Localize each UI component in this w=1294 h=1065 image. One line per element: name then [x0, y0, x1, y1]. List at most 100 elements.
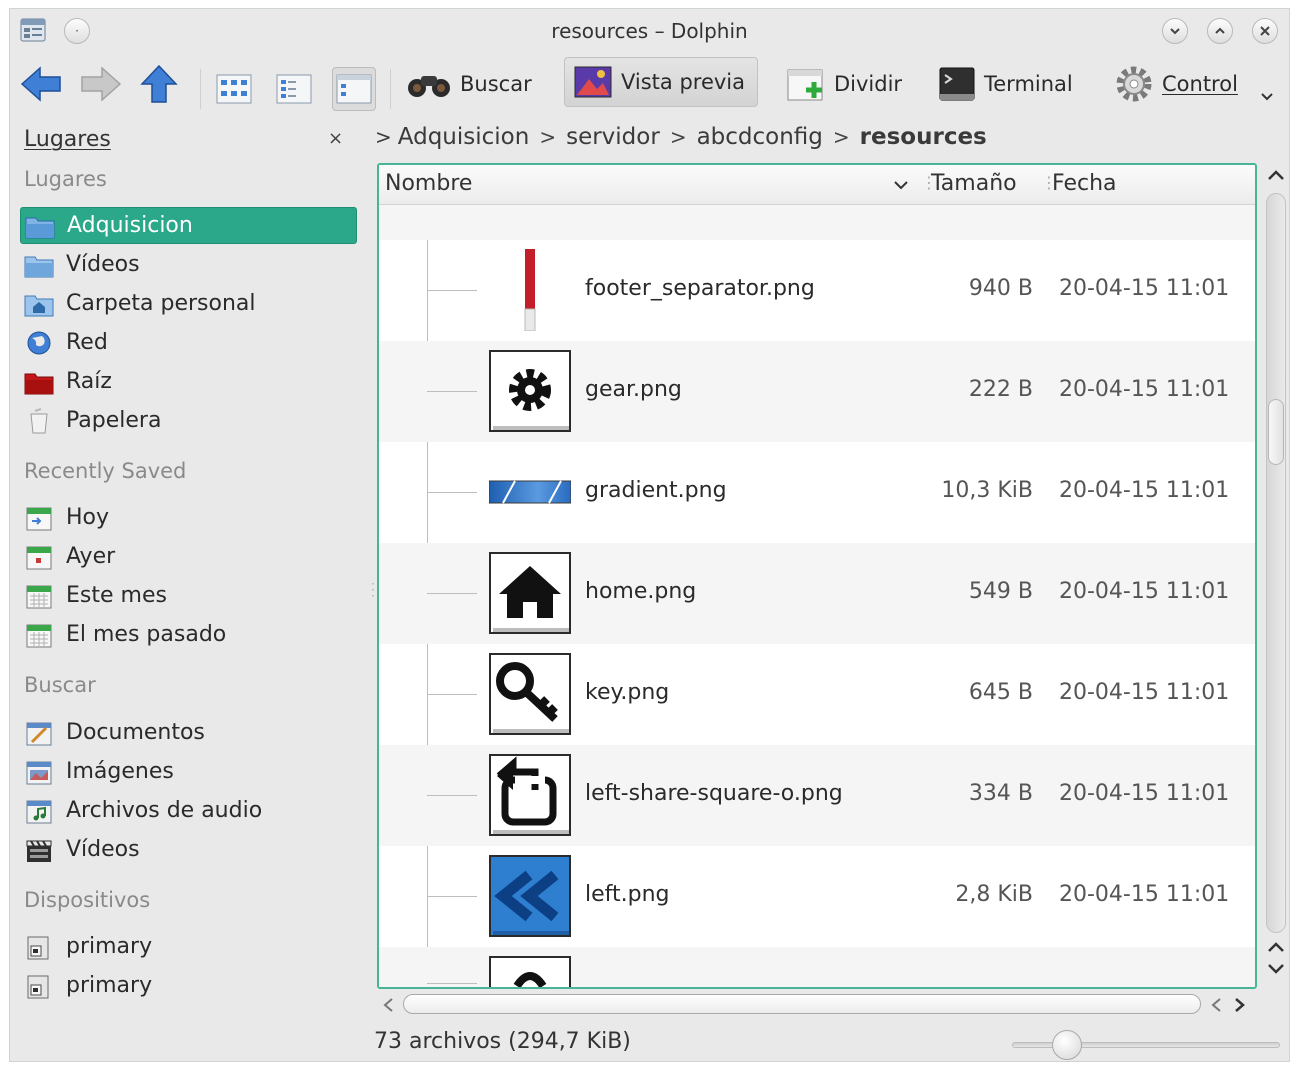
dolphin-window: · resources – Dolphin Buscar Vista previ… — [9, 8, 1290, 1062]
sidebar-item-audio-files[interactable]: Archivos de audio — [20, 792, 357, 829]
maximize-button[interactable] — [1207, 18, 1233, 44]
sidebar-item-adquisicion[interactable]: Adquisicion — [20, 207, 357, 244]
calendar-last-month-icon — [26, 624, 52, 647]
breadcrumb-separator[interactable]: > — [670, 125, 687, 149]
breadcrumb-separator[interactable]: > — [833, 125, 850, 149]
control-menu-button[interactable]: Control — [1114, 59, 1238, 109]
up-button[interactable] — [140, 59, 184, 109]
panel-splitter-handle[interactable]: · · · — [371, 578, 375, 602]
binoculars-icon — [408, 76, 450, 97]
file-name: home.png — [585, 579, 697, 604]
horizontal-scrollbar[interactable] — [377, 991, 1257, 1017]
scroll-left-arrow-icon[interactable] — [1209, 997, 1223, 1013]
column-header-size[interactable]: Tamaño — [931, 171, 1017, 196]
red-bar-thumbnail-icon — [524, 249, 536, 331]
sidebar-item-yesterday[interactable]: Ayer — [20, 538, 357, 575]
breadcrumb-root-arrow[interactable]: > — [375, 125, 392, 149]
toolbar-overflow-chevron[interactable] — [1260, 87, 1274, 106]
breadcrumb-item-adquisicion[interactable]: Adquisicion — [398, 124, 530, 150]
forward-arrow-icon — [81, 66, 122, 102]
file-size: 940 B — [968, 276, 1033, 301]
sidebar-item-documents[interactable]: Documentos — [20, 714, 357, 751]
scroll-down-arrow-icon[interactable] — [1267, 963, 1285, 975]
trash-icon — [30, 407, 48, 433]
sidebar-item-device-1[interactable]: primary — [20, 928, 357, 965]
column-header-date[interactable]: Fecha — [1052, 171, 1117, 196]
compact-view-icon — [276, 74, 312, 104]
file-date: 20-04-15 11:01 — [1059, 276, 1230, 301]
table-row[interactable]: gear.png 222 B 20-04-15 11:01 — [379, 341, 1255, 442]
drive-icon — [27, 975, 49, 998]
drive-icon — [27, 936, 49, 959]
sidebar-item-videos[interactable]: Vídeos — [20, 246, 357, 283]
terminal-label: Terminal — [984, 72, 1073, 96]
breadcrumb-item-abcdconfig[interactable]: abcdconfig — [697, 124, 823, 150]
table-row[interactable]: gradient.png 10,3 KiB 20-04-15 11:01 — [379, 442, 1255, 543]
column-header: Nombre ⋮ Tamaño ⋮ Fecha — [379, 165, 1255, 205]
zoom-slider-handle[interactable] — [1052, 1030, 1082, 1060]
search-label: Buscar — [460, 72, 532, 96]
section-header-devices: Dispositivos — [24, 888, 151, 912]
scroll-right-arrow-icon[interactable] — [1233, 997, 1247, 1013]
control-label: Control — [1162, 72, 1238, 96]
file-size: 549 B — [968, 579, 1033, 604]
sidebar-item-last-month[interactable]: El mes pasado — [20, 616, 357, 653]
sidebar-item-label: primary — [66, 973, 153, 998]
icons-view-button[interactable] — [212, 67, 256, 111]
table-row[interactable]: footer_separator.png 940 B 20-04-15 11:0… — [379, 240, 1255, 341]
search-button[interactable]: Buscar — [406, 59, 532, 109]
file-size: 2,8 KiB — [955, 882, 1033, 907]
split-button[interactable]: Dividir — [786, 59, 902, 109]
breadcrumb-item-servidor[interactable]: servidor — [566, 124, 660, 150]
minimize-button[interactable] — [1162, 18, 1188, 44]
table-row[interactable]: key.png 645 B 20-04-15 11:01 — [379, 644, 1255, 745]
table-row[interactable]: home.png 549 B 20-04-15 11:01 — [379, 543, 1255, 644]
back-button[interactable] — [20, 59, 64, 109]
scroll-up-arrow-icon[interactable] — [1267, 941, 1285, 953]
scroll-up-arrow-icon[interactable] — [1267, 169, 1285, 181]
videos-clapper-icon — [26, 839, 52, 862]
gear-icon — [489, 350, 571, 432]
sidebar-item-trash[interactable]: Papelera — [20, 402, 357, 439]
table-row-partial[interactable] — [379, 947, 1255, 987]
details-view-button[interactable] — [332, 67, 376, 111]
sidebar-item-this-month[interactable]: Este mes — [20, 577, 357, 614]
sidebar-item-home[interactable]: Carpeta personal — [20, 285, 357, 322]
partial-thumbnail-icon — [489, 956, 571, 987]
close-icon — [1260, 26, 1270, 36]
file-date: 20-04-15 11:01 — [1059, 680, 1230, 705]
compact-view-button[interactable] — [272, 67, 316, 111]
forward-button[interactable] — [80, 59, 124, 109]
images-icon — [26, 761, 52, 784]
file-list-view[interactable]: Nombre ⋮ Tamaño ⋮ Fecha footer_separator… — [377, 163, 1257, 989]
gear-icon — [1116, 66, 1152, 102]
tree-branch — [427, 290, 477, 291]
scrollbar-thumb[interactable] — [403, 994, 1201, 1014]
chevron-down-icon — [1261, 93, 1273, 101]
breadcrumb-current[interactable]: resources — [860, 124, 987, 150]
sidebar-item-images[interactable]: Imágenes — [20, 753, 357, 790]
breadcrumb-separator[interactable]: > — [539, 125, 556, 149]
scrollbar-thumb[interactable] — [1268, 399, 1284, 465]
file-name: left-share-square-o.png — [585, 781, 843, 806]
panel-close-button[interactable]: × — [328, 128, 343, 149]
sidebar-item-today[interactable]: Hoy — [20, 499, 357, 536]
scroll-left-arrow-icon[interactable] — [381, 997, 395, 1013]
table-row[interactable]: left-share-square-o.png 334 B 20-04-15 1… — [379, 745, 1255, 846]
table-row[interactable]: left.png 2,8 KiB 20-04-15 11:01 — [379, 846, 1255, 947]
close-button[interactable] — [1252, 18, 1278, 44]
preview-toggle-button[interactable]: Vista previa — [564, 57, 759, 107]
sidebar-item-root[interactable]: Raíz — [20, 363, 357, 400]
terminal-button[interactable]: Terminal — [938, 59, 1073, 109]
file-name: left.png — [585, 882, 670, 907]
sidebar-item-videos-search[interactable]: Vídeos — [20, 831, 357, 868]
chevron-down-icon — [1170, 28, 1180, 35]
vertical-scrollbar[interactable] — [1264, 163, 1288, 989]
sidebar-item-network[interactable]: Red — [20, 324, 357, 361]
column-header-name[interactable]: Nombre — [385, 171, 472, 196]
chevron-down-icon[interactable] — [893, 179, 909, 191]
scrollbar-track[interactable] — [1266, 193, 1286, 933]
sidebar-item-device-2[interactable]: primary — [20, 967, 357, 1004]
file-date: 20-04-15 11:01 — [1059, 579, 1230, 604]
home-folder-icon — [24, 295, 54, 316]
